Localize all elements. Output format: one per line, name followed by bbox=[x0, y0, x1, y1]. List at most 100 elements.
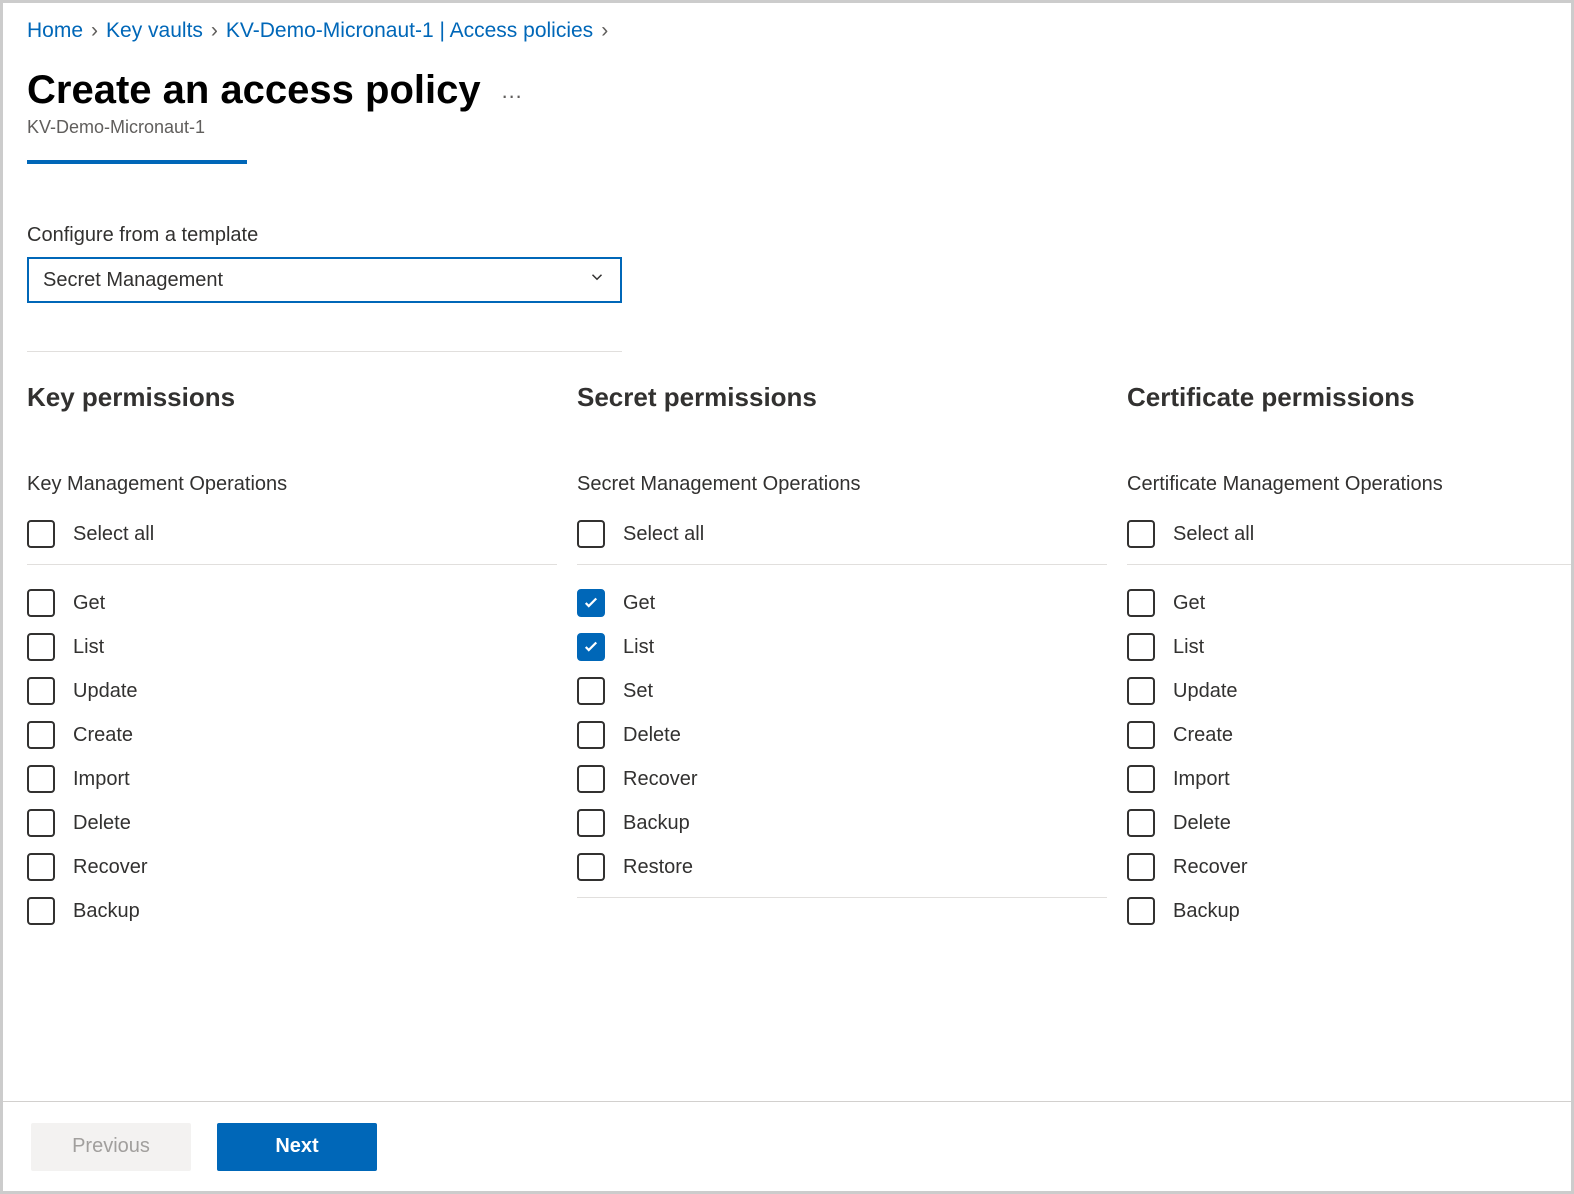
checkbox-icon[interactable] bbox=[577, 633, 605, 661]
permission-row[interactable]: Import bbox=[27, 757, 557, 801]
secret-management-subheading: Secret Management Operations bbox=[577, 473, 1107, 496]
divider bbox=[577, 897, 1107, 898]
divider bbox=[577, 564, 1107, 565]
secret-select-all-row[interactable]: Select all bbox=[577, 512, 1107, 556]
key-permissions-heading: Key permissions bbox=[27, 382, 557, 413]
checkbox-icon[interactable] bbox=[27, 809, 55, 837]
permission-row[interactable]: Get bbox=[1127, 581, 1571, 625]
checkbox-icon[interactable] bbox=[1127, 853, 1155, 881]
key-permissions-column: Key permissions Key Management Operation… bbox=[27, 382, 577, 933]
permission-row[interactable]: Import bbox=[1127, 757, 1571, 801]
more-actions-icon[interactable]: … bbox=[501, 62, 526, 102]
certificate-permissions-column: Certificate permissions Certificate Mana… bbox=[1127, 382, 1571, 933]
permission-row[interactable]: Set bbox=[577, 669, 1107, 713]
permission-row[interactable]: Create bbox=[27, 713, 557, 757]
checkbox-icon[interactable] bbox=[577, 765, 605, 793]
checkbox-icon[interactable] bbox=[577, 677, 605, 705]
page-frame: Home › Key vaults › KV-Demo-Micronaut-1 … bbox=[0, 0, 1574, 1194]
checkbox-icon[interactable] bbox=[1127, 721, 1155, 749]
checkbox-icon[interactable] bbox=[1127, 677, 1155, 705]
chevron-down-icon bbox=[588, 268, 606, 292]
permission-label: Recover bbox=[73, 856, 147, 879]
permission-row[interactable]: Get bbox=[27, 581, 557, 625]
permission-row[interactable]: Delete bbox=[1127, 801, 1571, 845]
permission-row[interactable]: Delete bbox=[577, 713, 1107, 757]
checkbox-icon[interactable] bbox=[27, 520, 55, 548]
checkbox-icon[interactable] bbox=[1127, 897, 1155, 925]
secret-select-all-label: Select all bbox=[623, 523, 704, 546]
permission-label: Backup bbox=[623, 812, 690, 835]
permission-row[interactable]: Backup bbox=[27, 889, 557, 933]
permission-label: Delete bbox=[73, 812, 131, 835]
checkbox-icon[interactable] bbox=[1127, 589, 1155, 617]
permission-row[interactable]: Backup bbox=[577, 801, 1107, 845]
key-select-all-row[interactable]: Select all bbox=[27, 512, 557, 556]
breadcrumb-key-vaults[interactable]: Key vaults bbox=[106, 15, 203, 47]
breadcrumb: Home › Key vaults › KV-Demo-Micronaut-1 … bbox=[27, 15, 1547, 47]
certificate-permissions-heading: Certificate permissions bbox=[1127, 382, 1571, 413]
page-title: Create an access policy bbox=[27, 67, 481, 113]
certificate-select-all-row[interactable]: Select all bbox=[1127, 512, 1571, 556]
next-button[interactable]: Next bbox=[217, 1123, 377, 1171]
checkbox-icon[interactable] bbox=[1127, 633, 1155, 661]
chevron-right-icon: › bbox=[85, 15, 104, 47]
permission-row[interactable]: Update bbox=[1127, 669, 1571, 713]
permission-row[interactable]: Backup bbox=[1127, 889, 1571, 933]
secret-permissions-list: Get List Set Delete Recover Backup Restore bbox=[577, 581, 1107, 889]
checkbox-icon[interactable] bbox=[577, 853, 605, 881]
checkbox-icon[interactable] bbox=[577, 721, 605, 749]
permission-row[interactable]: Create bbox=[1127, 713, 1571, 757]
permission-row[interactable]: Recover bbox=[1127, 845, 1571, 889]
permission-row[interactable]: Recover bbox=[27, 845, 557, 889]
previous-button[interactable]: Previous bbox=[31, 1123, 191, 1171]
permission-row[interactable]: Restore bbox=[577, 845, 1107, 889]
checkbox-icon[interactable] bbox=[27, 721, 55, 749]
breadcrumb-home[interactable]: Home bbox=[27, 15, 83, 47]
divider bbox=[1127, 564, 1571, 565]
checkbox-icon[interactable] bbox=[27, 765, 55, 793]
permission-label: Update bbox=[1173, 680, 1238, 703]
page-subtitle: KV-Demo-Micronaut-1 bbox=[27, 117, 1547, 138]
checkbox-icon[interactable] bbox=[27, 897, 55, 925]
checkbox-icon[interactable] bbox=[1127, 809, 1155, 837]
permission-label: Get bbox=[1173, 592, 1205, 615]
permission-row[interactable]: List bbox=[577, 625, 1107, 669]
checkbox-icon[interactable] bbox=[27, 677, 55, 705]
checkbox-icon[interactable] bbox=[577, 520, 605, 548]
permission-row[interactable]: List bbox=[27, 625, 557, 669]
permission-label: Create bbox=[1173, 724, 1233, 747]
certificate-management-subheading: Certificate Management Operations bbox=[1127, 473, 1571, 496]
permission-row[interactable]: Delete bbox=[27, 801, 557, 845]
key-select-all-label: Select all bbox=[73, 523, 154, 546]
checkbox-icon[interactable] bbox=[27, 853, 55, 881]
template-label: Configure from a template bbox=[27, 224, 1547, 247]
divider bbox=[27, 564, 557, 565]
checkbox-icon[interactable] bbox=[577, 589, 605, 617]
permission-row[interactable]: List bbox=[1127, 625, 1571, 669]
page-content: Home › Key vaults › KV-Demo-Micronaut-1 … bbox=[3, 3, 1571, 1101]
template-select[interactable]: Secret Management bbox=[27, 257, 622, 303]
checkbox-icon[interactable] bbox=[27, 589, 55, 617]
template-selected-value: Secret Management bbox=[43, 269, 223, 292]
checkbox-icon[interactable] bbox=[577, 809, 605, 837]
permission-label: Restore bbox=[623, 856, 693, 879]
permission-label: Set bbox=[623, 680, 653, 703]
permission-label: Get bbox=[623, 592, 655, 615]
chevron-right-icon: › bbox=[595, 15, 614, 47]
permission-label: Update bbox=[73, 680, 138, 703]
permission-label: List bbox=[1173, 636, 1204, 659]
permission-label: List bbox=[73, 636, 104, 659]
permission-label: Recover bbox=[623, 768, 697, 791]
breadcrumb-access-policies[interactable]: KV-Demo-Micronaut-1 | Access policies bbox=[226, 15, 593, 47]
permission-row[interactable]: Get bbox=[577, 581, 1107, 625]
permission-label: Delete bbox=[1173, 812, 1231, 835]
checkbox-icon[interactable] bbox=[1127, 520, 1155, 548]
permission-label: Backup bbox=[1173, 900, 1240, 923]
permission-row[interactable]: Update bbox=[27, 669, 557, 713]
checkbox-icon[interactable] bbox=[1127, 765, 1155, 793]
permission-row[interactable]: Recover bbox=[577, 757, 1107, 801]
checkbox-icon[interactable] bbox=[27, 633, 55, 661]
certificate-permissions-list: Get List Update Create Import Delete Recover Ba… bbox=[1127, 581, 1571, 933]
key-permissions-list: Get List Update CreateImport Delete Recover Ba… bbox=[27, 581, 557, 933]
key-management-subheading: Key Management Operations bbox=[27, 473, 557, 496]
